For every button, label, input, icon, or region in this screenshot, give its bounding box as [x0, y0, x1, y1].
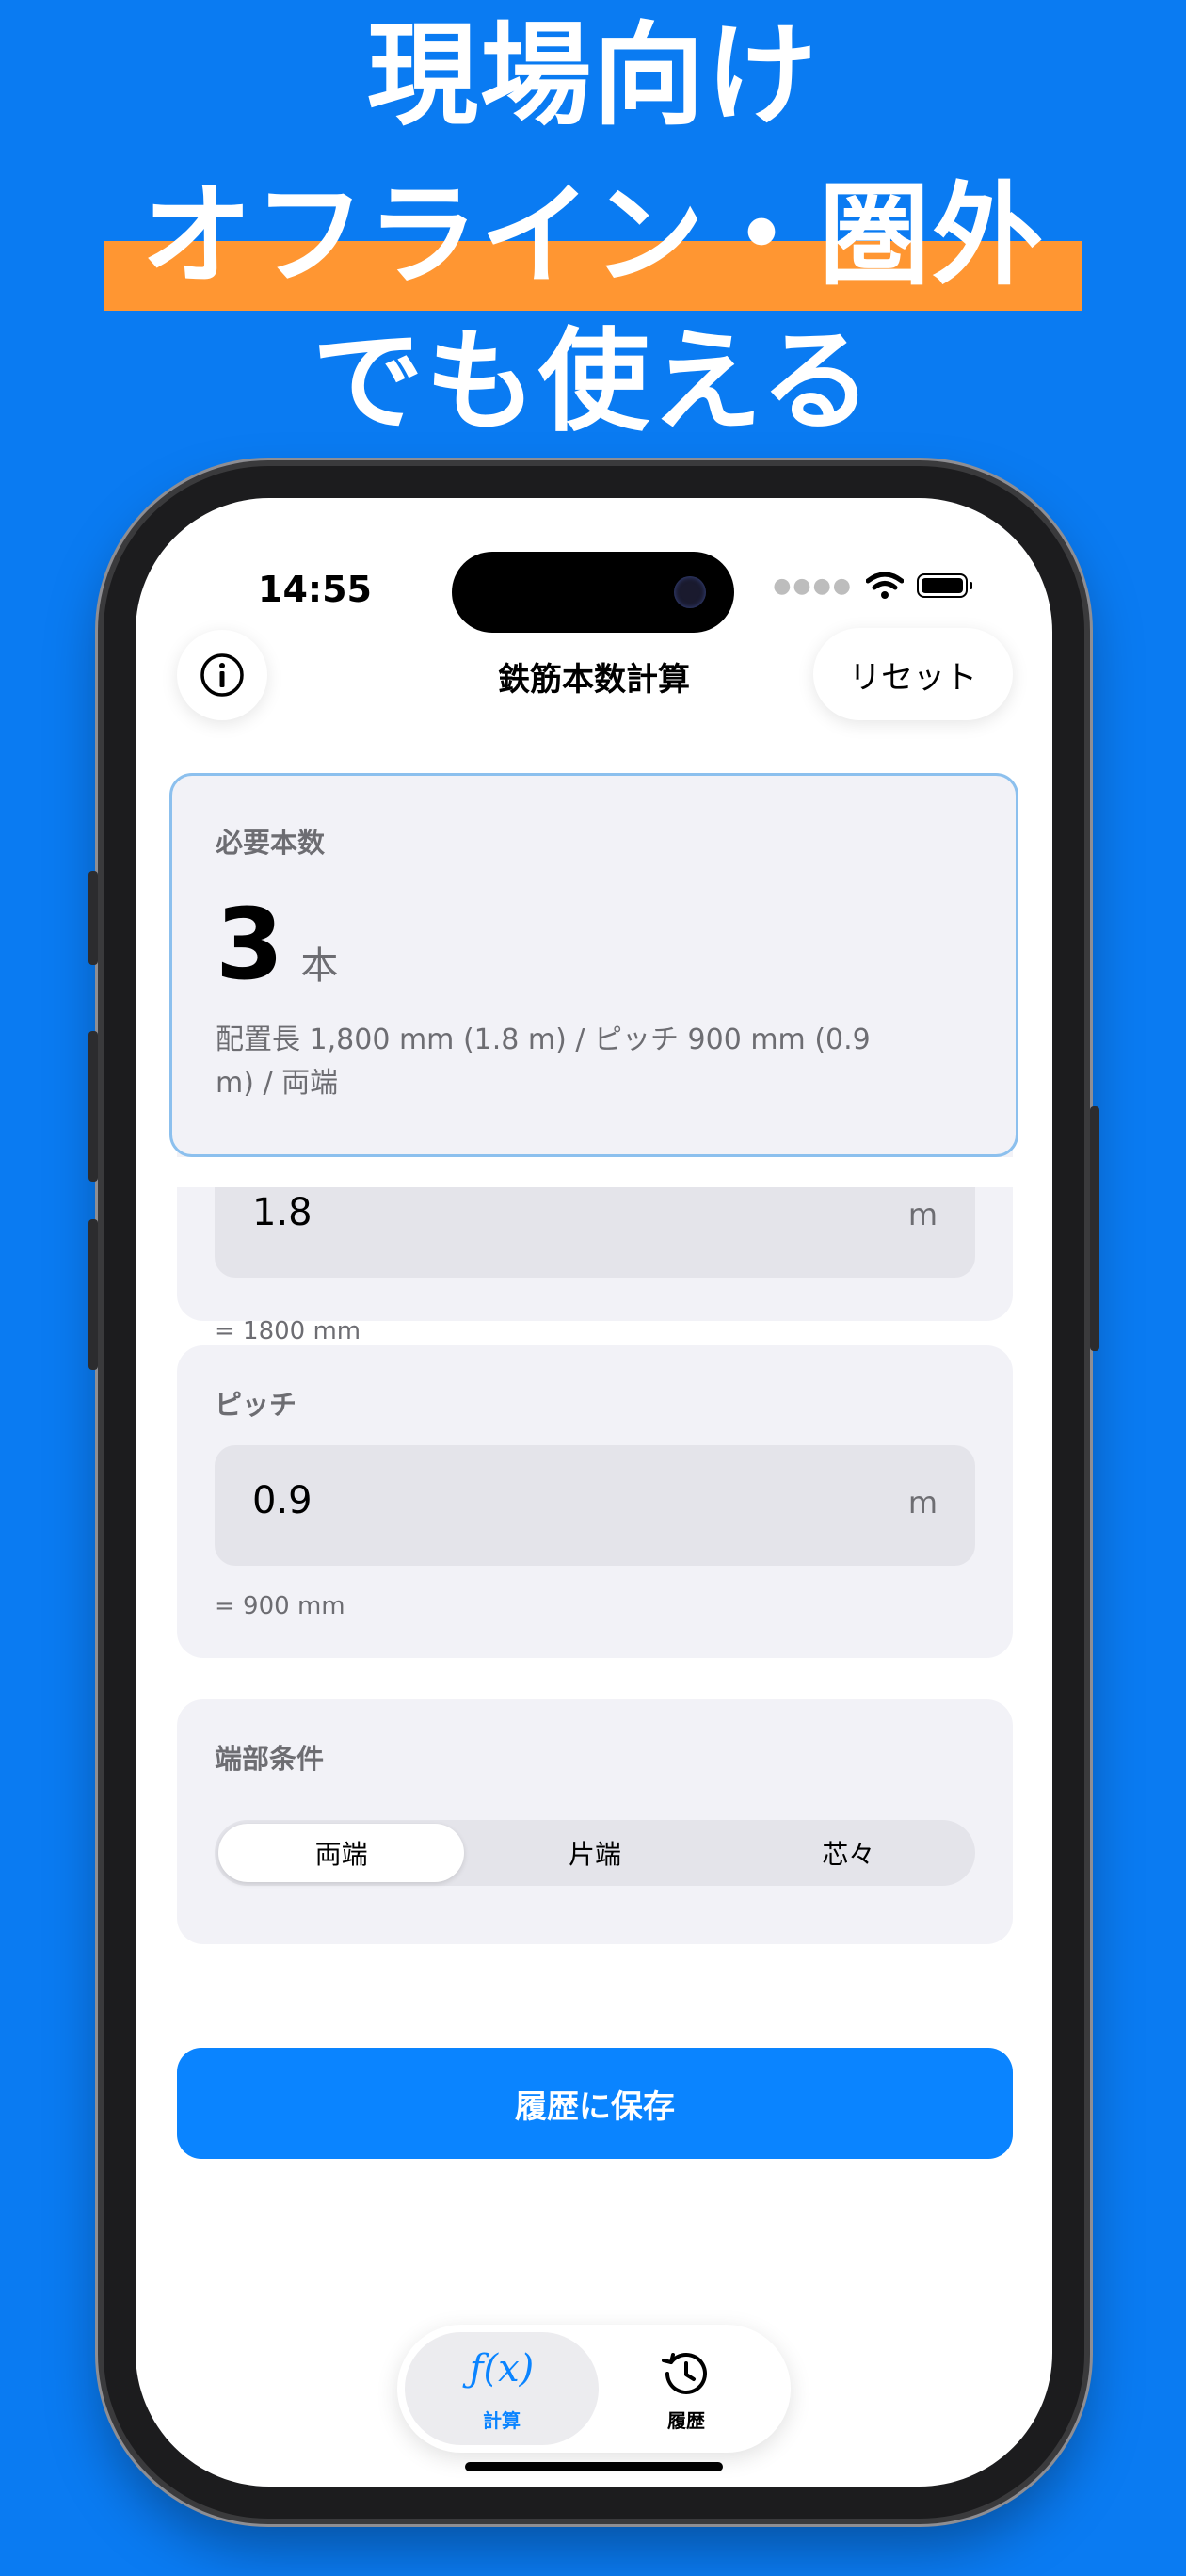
tab-calculate-label: 計算 [483, 2409, 521, 2432]
pitch-converted: = 900 mm [215, 1592, 345, 1620]
status-time: 14:55 [258, 569, 372, 610]
result-detail: 配置長 1,800 mm (1.8 m) / ピッチ 900 mm (0.9 m… [216, 1023, 871, 1100]
history-icon [589, 2347, 783, 2404]
headline-line-1: 現場向け [366, 10, 819, 140]
signal-dots-icon: ●●●● [773, 573, 853, 598]
home-indicator [465, 2462, 723, 2471]
result-unit: 本 [300, 944, 339, 988]
pitch-input[interactable]: 0.9 m [215, 1445, 975, 1566]
battery-icon [917, 573, 972, 598]
header-mask [136, 1157, 1052, 1187]
end-condition-card: 端部条件 両端 片端 芯々 [177, 1699, 1013, 1944]
phone-frame: 14:55 ●●●● 鉄筋本数計算 リセット 1.8 m = 1800 mm 必… [88, 466, 1099, 2519]
reset-button[interactable]: リセット [813, 628, 1013, 720]
length-unit: m [907, 1197, 938, 1232]
result-card: 必要本数 3 本 配置長 1,800 mm (1.8 m) / ピッチ 900 … [169, 773, 1018, 1157]
result-count: 3 [216, 887, 284, 1002]
length-value: 1.8 [252, 1191, 313, 1234]
segment-center-to-center[interactable]: 芯々 [726, 1824, 971, 1882]
dynamic-island [452, 552, 734, 633]
app-screen: 14:55 ●●●● 鉄筋本数計算 リセット 1.8 m = 1800 mm 必… [136, 498, 1052, 2487]
tab-history-label: 履歴 [667, 2409, 705, 2432]
camera-icon [674, 576, 706, 608]
function-icon: ƒ(x) [469, 2347, 535, 2391]
end-condition-label: 端部条件 [215, 1743, 325, 1775]
tab-history[interactable]: 履歴 [589, 2332, 783, 2445]
result-value-row: 3 本 [216, 893, 972, 996]
headline-line-2: オフライン・圏外 [140, 170, 1045, 300]
wifi-icon [866, 572, 904, 599]
pitch-unit: m [907, 1485, 938, 1521]
tab-bar: ƒ(x) 計算 履歴 [397, 2325, 791, 2453]
power-button [1090, 1106, 1099, 1351]
length-converted: = 1800 mm [215, 1317, 361, 1345]
end-condition-segmented-control: 両端 片端 芯々 [215, 1820, 975, 1886]
pitch-card: ピッチ 0.9 m = 900 mm [177, 1345, 1013, 1658]
tab-calculate[interactable]: ƒ(x) 計算 [405, 2332, 599, 2445]
status-indicators: ●●●● [773, 572, 972, 600]
pitch-value: 0.9 [252, 1479, 313, 1522]
segment-one-end[interactable]: 片端 [472, 1824, 717, 1882]
segment-both-ends[interactable]: 両端 [218, 1824, 465, 1882]
save-to-history-button[interactable]: 履歴に保存 [177, 2048, 1013, 2159]
action-button [88, 871, 98, 965]
headline-line-3: でも使える [312, 316, 874, 446]
volume-down-button [88, 1219, 98, 1370]
pitch-label: ピッチ [215, 1389, 297, 1421]
volume-up-button [88, 1031, 98, 1182]
result-label: 必要本数 [216, 827, 326, 859]
